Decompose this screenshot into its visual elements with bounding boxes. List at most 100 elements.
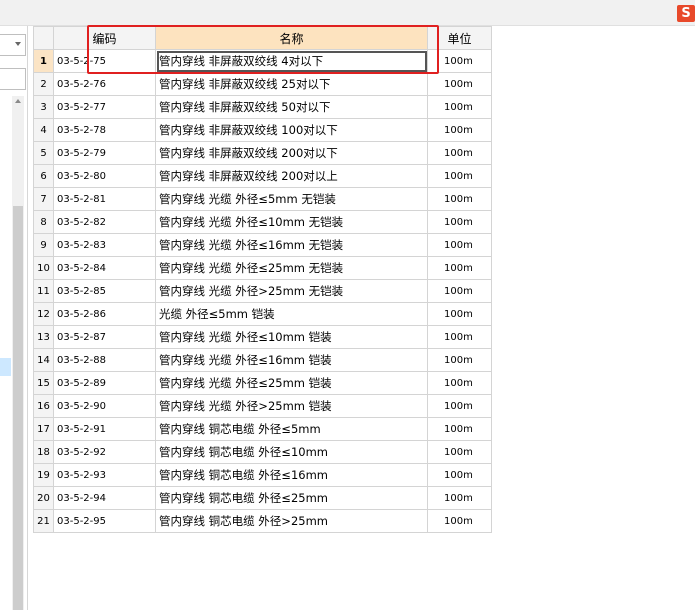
cell-name[interactable]: 管内穿线 光缆 外径≤16mm 铠装 xyxy=(155,348,428,372)
row-number[interactable]: 20 xyxy=(33,486,54,510)
filter-dropdown[interactable] xyxy=(0,34,26,56)
cell-code[interactable]: 03-5-2-94 xyxy=(53,486,156,510)
cell-unit[interactable]: 100m xyxy=(427,486,492,510)
row-number[interactable]: 4 xyxy=(33,118,54,142)
cell-name[interactable]: 管内穿线 光缆 外径≤25mm 无铠装 xyxy=(155,256,428,280)
cell-code[interactable]: 03-5-2-83 xyxy=(53,233,156,257)
row-number[interactable]: 12 xyxy=(33,302,54,326)
row-number[interactable]: 11 xyxy=(33,279,54,303)
column-header-name[interactable]: 名称 xyxy=(155,26,428,50)
row-number[interactable]: 17 xyxy=(33,417,54,441)
row-number[interactable]: 18 xyxy=(33,440,54,464)
cell-code[interactable]: 03-5-2-95 xyxy=(53,509,156,533)
row-number[interactable]: 9 xyxy=(33,233,54,257)
cell-unit[interactable]: 100m xyxy=(427,210,492,234)
column-header-unit[interactable]: 单位 xyxy=(427,26,492,50)
cell-unit[interactable]: 100m xyxy=(427,187,492,211)
cell-name[interactable]: 管内穿线 光缆 外径≤10mm 铠装 xyxy=(155,325,428,349)
row-number[interactable]: 5 xyxy=(33,141,54,165)
cell-code[interactable]: 03-5-2-85 xyxy=(53,279,156,303)
cell-unit[interactable]: 100m xyxy=(427,440,492,464)
table-row[interactable]: 8 03-5-2-82 管内穿线 光缆 外径≤10mm 无铠装 100m xyxy=(33,210,492,234)
table-row[interactable]: 4 03-5-2-78 管内穿线 非屏蔽双绞线 100对以下 100m xyxy=(33,118,492,142)
cell-name[interactable]: 光缆 外径≤5mm 铠装 xyxy=(155,302,428,326)
cell-code[interactable]: 03-5-2-82 xyxy=(53,210,156,234)
search-input[interactable] xyxy=(0,68,26,90)
chevron-down-icon[interactable] xyxy=(15,42,21,46)
cell-unit[interactable]: 100m xyxy=(427,256,492,280)
row-number[interactable]: 1 xyxy=(33,49,54,73)
cell-name[interactable]: 管内穿线 铜芯电缆 外径>25mm xyxy=(155,509,428,533)
cell-code[interactable]: 03-5-2-91 xyxy=(53,417,156,441)
cell-code[interactable]: 03-5-2-93 xyxy=(53,463,156,487)
table-row[interactable]: 16 03-5-2-90 管内穿线 光缆 外径>25mm 铠装 100m xyxy=(33,394,492,418)
cell-name[interactable]: 管内穿线 光缆 外径≤5mm 无铠装 xyxy=(155,187,428,211)
table-row[interactable]: 11 03-5-2-85 管内穿线 光缆 外径>25mm 无铠装 100m xyxy=(33,279,492,303)
cell-code[interactable]: 03-5-2-80 xyxy=(53,164,156,188)
table-row[interactable]: 15 03-5-2-89 管内穿线 光缆 外径≤25mm 铠装 100m xyxy=(33,371,492,395)
cell-unit[interactable]: 100m xyxy=(427,371,492,395)
table-row[interactable]: 20 03-5-2-94 管内穿线 铜芯电缆 外径≤25mm 100m xyxy=(33,486,492,510)
cell-name[interactable]: 管内穿线 铜芯电缆 外径≤10mm xyxy=(155,440,428,464)
cell-unit[interactable]: 100m xyxy=(427,118,492,142)
left-vertical-scrollbar[interactable] xyxy=(12,96,24,610)
table-row[interactable]: 1 03-5-2-75 管内穿线 非屏蔽双绞线 4对以下 100m xyxy=(33,49,492,73)
cell-name[interactable]: 管内穿线 非屏蔽双绞线 4对以下 xyxy=(155,49,428,73)
cell-unit[interactable]: 100m xyxy=(427,279,492,303)
table-row[interactable]: 14 03-5-2-88 管内穿线 光缆 外径≤16mm 铠装 100m xyxy=(33,348,492,372)
table-row[interactable]: 10 03-5-2-84 管内穿线 光缆 外径≤25mm 无铠装 100m xyxy=(33,256,492,280)
cell-code[interactable]: 03-5-2-87 xyxy=(53,325,156,349)
cell-unit[interactable]: 100m xyxy=(427,72,492,96)
cell-name[interactable]: 管内穿线 光缆 外径≤16mm 无铠装 xyxy=(155,233,428,257)
cell-code[interactable]: 03-5-2-89 xyxy=(53,371,156,395)
cell-unit[interactable]: 100m xyxy=(427,49,492,73)
table-row[interactable]: 19 03-5-2-93 管内穿线 铜芯电缆 外径≤16mm 100m xyxy=(33,463,492,487)
scroll-up-arrow-icon[interactable] xyxy=(15,99,21,103)
cell-unit[interactable]: 100m xyxy=(427,95,492,119)
table-row[interactable]: 3 03-5-2-77 管内穿线 非屏蔽双绞线 50对以下 100m xyxy=(33,95,492,119)
cell-unit[interactable]: 100m xyxy=(427,233,492,257)
row-number[interactable]: 16 xyxy=(33,394,54,418)
cell-name[interactable]: 管内穿线 非屏蔽双绞线 100对以下 xyxy=(155,118,428,142)
table-row[interactable]: 21 03-5-2-95 管内穿线 铜芯电缆 外径>25mm 100m xyxy=(33,509,492,533)
cell-unit[interactable]: 100m xyxy=(427,348,492,372)
cell-code[interactable]: 03-5-2-77 xyxy=(53,95,156,119)
table-row[interactable]: 13 03-5-2-87 管内穿线 光缆 外径≤10mm 铠装 100m xyxy=(33,325,492,349)
selected-tree-item[interactable] xyxy=(0,358,11,376)
cell-unit[interactable]: 100m xyxy=(427,302,492,326)
row-number[interactable]: 3 xyxy=(33,95,54,119)
row-number[interactable]: 19 xyxy=(33,463,54,487)
row-number[interactable]: 13 xyxy=(33,325,54,349)
cell-name[interactable]: 管内穿线 非屏蔽双绞线 200对以上 xyxy=(155,164,428,188)
row-number[interactable]: 15 xyxy=(33,371,54,395)
cell-unit[interactable]: 100m xyxy=(427,463,492,487)
row-number[interactable]: 21 xyxy=(33,509,54,533)
row-number[interactable]: 10 xyxy=(33,256,54,280)
cell-code[interactable]: 03-5-2-81 xyxy=(53,187,156,211)
cell-name[interactable]: 管内穿线 非屏蔽双绞线 200对以下 xyxy=(155,141,428,165)
cell-code[interactable]: 03-5-2-76 xyxy=(53,72,156,96)
table-row[interactable]: 7 03-5-2-81 管内穿线 光缆 外径≤5mm 无铠装 100m xyxy=(33,187,492,211)
table-row[interactable]: 17 03-5-2-91 管内穿线 铜芯电缆 外径≤5mm 100m xyxy=(33,417,492,441)
row-number[interactable]: 2 xyxy=(33,72,54,96)
row-number[interactable]: 8 xyxy=(33,210,54,234)
cell-unit[interactable]: 100m xyxy=(427,164,492,188)
row-number[interactable]: 6 xyxy=(33,164,54,188)
cell-name[interactable]: 管内穿线 光缆 外径≤25mm 铠装 xyxy=(155,371,428,395)
cell-unit[interactable]: 100m xyxy=(427,394,492,418)
cell-code[interactable]: 03-5-2-86 xyxy=(53,302,156,326)
cell-name[interactable]: 管内穿线 铜芯电缆 外径≤25mm xyxy=(155,486,428,510)
table-row[interactable]: 9 03-5-2-83 管内穿线 光缆 外径≤16mm 无铠装 100m xyxy=(33,233,492,257)
scrollbar-thumb[interactable] xyxy=(13,206,23,610)
table-row[interactable]: 5 03-5-2-79 管内穿线 非屏蔽双绞线 200对以下 100m xyxy=(33,141,492,165)
cell-name[interactable]: 管内穿线 光缆 外径>25mm 无铠装 xyxy=(155,279,428,303)
cell-name[interactable]: 管内穿线 光缆 外径>25mm 铠装 xyxy=(155,394,428,418)
cell-name[interactable]: 管内穿线 非屏蔽双绞线 25对以下 xyxy=(155,72,428,96)
corner-cell[interactable] xyxy=(33,26,54,50)
cell-unit[interactable]: 100m xyxy=(427,509,492,533)
cell-code[interactable]: 03-5-2-88 xyxy=(53,348,156,372)
column-header-code[interactable]: 编码 xyxy=(53,26,156,50)
cell-code[interactable]: 03-5-2-90 xyxy=(53,394,156,418)
cell-code[interactable]: 03-5-2-75 xyxy=(53,49,156,73)
table-row[interactable]: 18 03-5-2-92 管内穿线 铜芯电缆 外径≤10mm 100m xyxy=(33,440,492,464)
